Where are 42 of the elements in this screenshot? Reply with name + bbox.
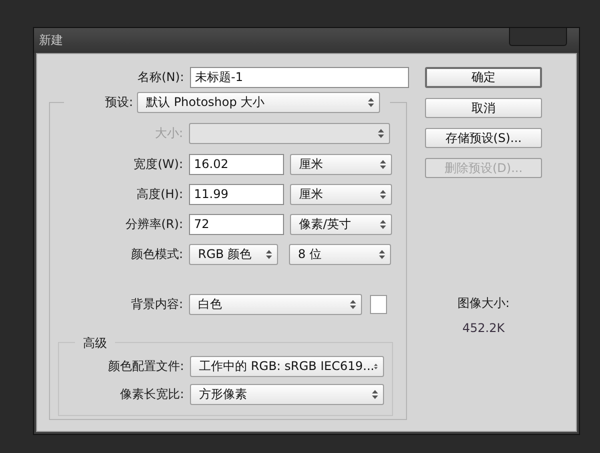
field-label: 高度(H):	[136, 186, 183, 202]
option-select[interactable]: 工作中的 RGB: sRGB IEC619...	[190, 356, 384, 376]
mode-select[interactable]: RGB 颜色	[189, 244, 278, 264]
field-label: 颜色配置文件:	[106, 358, 184, 374]
unit-select[interactable]: 厘米	[290, 184, 392, 204]
updown-arrow-icon	[350, 300, 356, 308]
field-label: 大小:	[154, 125, 183, 142]
value-field[interactable]: 11.99	[189, 184, 284, 204]
window-button[interactable]	[509, 28, 567, 46]
image-size-label: 图像大小:	[457, 295, 510, 312]
field-label: 预设:	[104, 94, 133, 111]
option-select[interactable]: 方形像素	[190, 384, 384, 404]
name-field[interactable]: 未标题-1	[190, 67, 409, 88]
updown-arrow-icon	[380, 220, 386, 228]
dialog-button[interactable]: 取消	[425, 98, 542, 118]
field-label: 宽度(W):	[132, 156, 183, 172]
updown-arrow-icon	[378, 129, 384, 138]
dialog-button[interactable]: 存储预设(S)...	[425, 128, 542, 148]
field-label: 颜色模式:	[130, 246, 183, 262]
window-title: 新建	[39, 32, 63, 49]
field-label: 背景内容:	[130, 296, 183, 312]
value-field[interactable]: 16.02	[189, 154, 284, 174]
updown-arrow-icon	[379, 250, 385, 258]
image-size-value: 452.2K	[462, 321, 505, 335]
updown-arrow-icon	[374, 362, 378, 370]
dialog-button[interactable]: 确定	[425, 67, 542, 88]
field-label: 像素长宽比:	[118, 386, 184, 402]
unit-select[interactable]: 厘米	[290, 154, 392, 174]
updown-arrow-icon	[380, 190, 386, 198]
field-label: 分辨率(R):	[124, 216, 183, 232]
value-field[interactable]: 72	[189, 214, 284, 234]
background-select[interactable]: 白色	[189, 294, 362, 314]
size-select[interactable]	[189, 123, 390, 144]
unit-select[interactable]: 像素/英寸	[290, 214, 392, 234]
updown-arrow-icon	[266, 250, 272, 258]
updown-arrow-icon	[380, 160, 386, 168]
color-swatch[interactable]	[370, 294, 387, 314]
preset-select[interactable]: 默认 Photoshop 大小	[137, 92, 380, 113]
field-label: 名称(N):	[136, 69, 184, 86]
depth-select[interactable]: 8 位	[289, 244, 391, 264]
updown-arrow-icon	[372, 390, 378, 398]
updown-arrow-icon	[368, 98, 374, 107]
